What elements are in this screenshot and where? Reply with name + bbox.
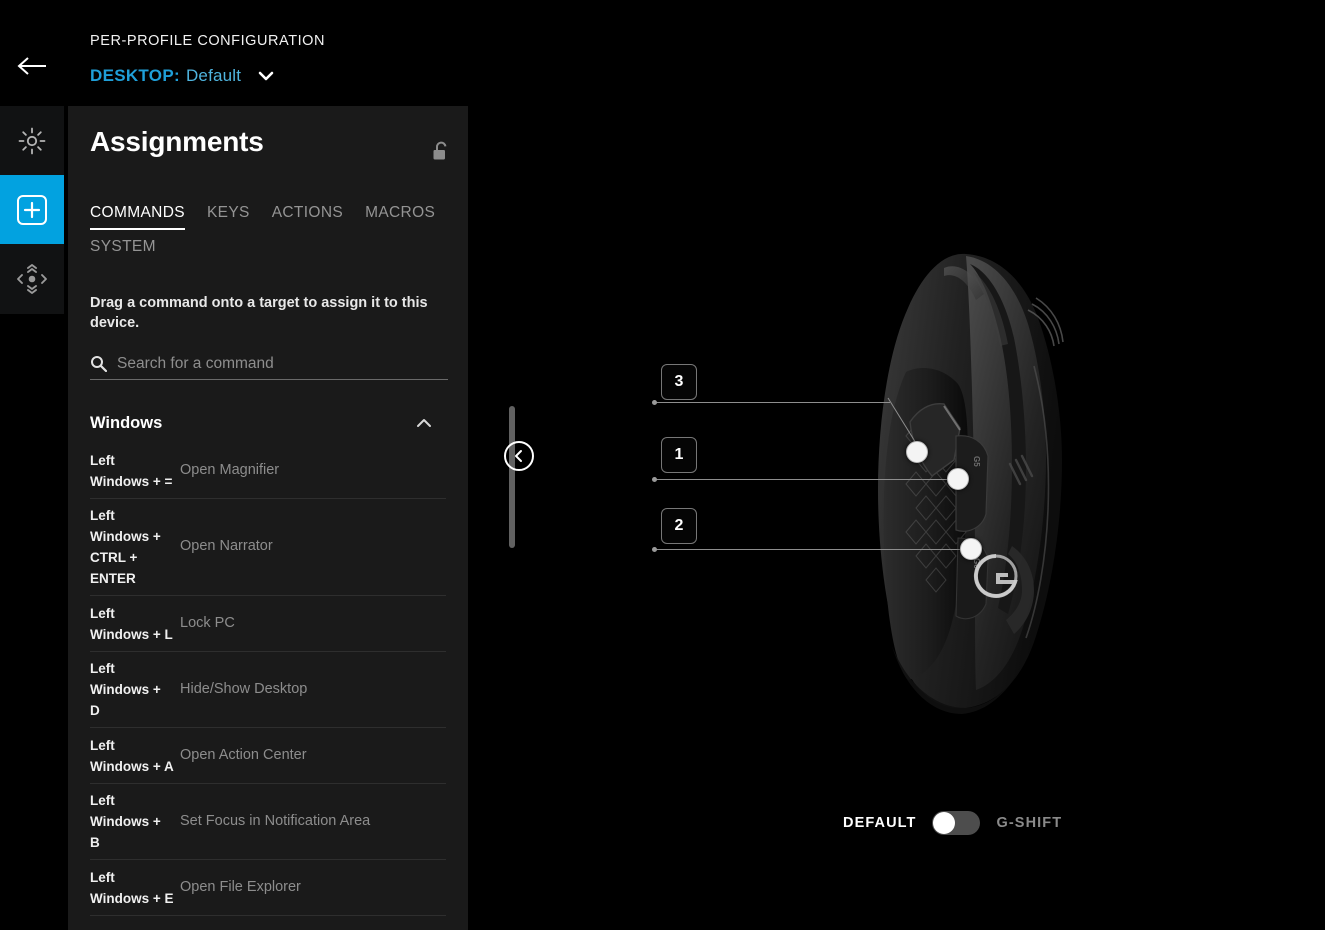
panel-title: Assignments: [90, 126, 264, 157]
tab-commands[interactable]: COMMANDS: [90, 204, 185, 230]
command-shortcut: Left Windows + A: [90, 737, 174, 774]
device-settings-rail: [0, 106, 64, 314]
mode-label-default[interactable]: DEFAULT: [843, 815, 916, 831]
command-shortcut: Left Windows + D: [90, 661, 161, 718]
app-root: PER-PROFILE CONFIGURATION DESKTOP: Defau…: [0, 0, 1325, 930]
command-row[interactable]: LeftOpen: [90, 916, 446, 930]
drag-hint-text: Drag a command onto a target to assign i…: [90, 295, 428, 331]
rail-item-lighting[interactable]: [0, 106, 64, 175]
assignments-panel: Assignments COMMANDS KEYS ACTIONS MACROS…: [68, 106, 515, 930]
command-name: Lock PC: [180, 614, 235, 631]
command-shortcut: Left Windows + L: [90, 605, 173, 642]
chevron-up-icon[interactable]: [416, 415, 432, 433]
command-shortcut: Left Windows + E: [90, 869, 174, 906]
tab-macros[interactable]: MACROS: [365, 204, 435, 230]
arrow-left-icon: [17, 57, 46, 75]
leader-line-1: [654, 479, 958, 480]
command-row[interactable]: Left Windows + B Set Focus in Notificatio…: [90, 784, 446, 860]
profile-selector[interactable]: DESKTOP: Default: [90, 66, 275, 86]
command-name: Hide/Show Desktop: [180, 680, 308, 697]
logitech-g502-mouse-side-view: G5 G6: [878, 253, 1064, 714]
command-row[interactable]: Left Windows + E Open File Explorer: [90, 860, 446, 916]
chevron-down-icon[interactable]: [257, 70, 275, 82]
svg-text:G5: G5: [972, 456, 981, 467]
command-row[interactable]: Left Windows + = Open Magnifier: [90, 443, 446, 499]
command-shortcut: Left Windows + B: [90, 793, 161, 850]
command-row[interactable]: Left Windows + D Hide/Show Desktop: [90, 652, 446, 728]
tab-actions[interactable]: ACTIONS: [272, 204, 343, 230]
command-row[interactable]: Left Windows + A Open Action Center: [90, 728, 446, 784]
command-name: Open Magnifier: [180, 461, 280, 478]
gshift-toggle[interactable]: [932, 811, 981, 835]
unlocked-padlock-icon[interactable]: [432, 141, 450, 168]
command-list[interactable]: Windows Left Windows + = Open Magnifier Le…: [68, 404, 468, 930]
profile-name: Default: [185, 66, 242, 85]
command-group-windows[interactable]: Windows: [68, 404, 468, 443]
mode-toggle-row: DEFAULT G-SHIFT: [843, 811, 1062, 835]
callout-label-1: 1: [674, 446, 684, 463]
leader-line-3: [654, 402, 890, 403]
tab-keys[interactable]: KEYS: [207, 204, 250, 230]
leader-dot-3: [652, 400, 657, 405]
callout-button-3[interactable]: 3: [661, 364, 697, 400]
dpi-crosshair-icon: [17, 263, 47, 294]
search-input[interactable]: [117, 354, 448, 373]
plus-square-icon: [17, 194, 47, 225]
search-command-row[interactable]: [90, 348, 448, 380]
previous-view-button[interactable]: [504, 441, 534, 471]
leader-dot-2: [652, 547, 657, 552]
callout-label-2: 2: [674, 517, 684, 534]
toggle-knob: [933, 812, 956, 834]
mode-label-gshift[interactable]: G-SHIFT: [996, 815, 1062, 831]
device-stage: G5 G6 3 1 2 DEFAULT G-SHIFT: [468, 106, 1325, 930]
brightness-icon: [18, 127, 46, 154]
rail-item-assignments[interactable]: [0, 175, 64, 244]
command-group-label: Windows: [90, 414, 163, 432]
back-button[interactable]: [10, 46, 54, 86]
page-title: PER-PROFILE CONFIGURATION: [90, 33, 326, 49]
command-row[interactable]: Left Windows + L Lock PC: [90, 596, 446, 652]
callout-label-3: 3: [674, 373, 684, 390]
command-shortcut: Left Windows + CTRL + ENTER: [90, 508, 161, 586]
command-name: Open Narrator: [180, 538, 273, 555]
chevron-left-circle-icon: [515, 450, 522, 462]
command-name: Set Focus in Notification Area: [180, 812, 371, 829]
profile-device-label: DESKTOP:: [90, 66, 180, 85]
assignment-tabs: COMMANDS KEYS ACTIONS MACROS SYSTEM: [90, 204, 450, 264]
command-row[interactable]: Left Windows + CTRL + ENTER Open Narrator: [90, 499, 446, 596]
command-name: Open File Explorer: [180, 878, 301, 895]
command-shortcut: Left Windows + =: [90, 452, 173, 489]
rail-item-sensitivity[interactable]: [0, 244, 64, 313]
callout-button-1[interactable]: 1: [661, 437, 697, 473]
search-icon: [90, 355, 107, 372]
callout-button-2[interactable]: 2: [661, 508, 697, 544]
leader-dot-1: [652, 477, 657, 482]
command-name: Open Action Center: [180, 746, 307, 763]
assignment-target-1[interactable]: [947, 468, 969, 490]
command-rows: Left Windows + = Open Magnifier Left Windo…: [68, 443, 468, 930]
tab-system[interactable]: SYSTEM: [90, 238, 156, 264]
assignment-target-2[interactable]: [960, 538, 982, 560]
leader-line-2: [654, 549, 972, 550]
assignment-target-3[interactable]: [906, 441, 928, 463]
